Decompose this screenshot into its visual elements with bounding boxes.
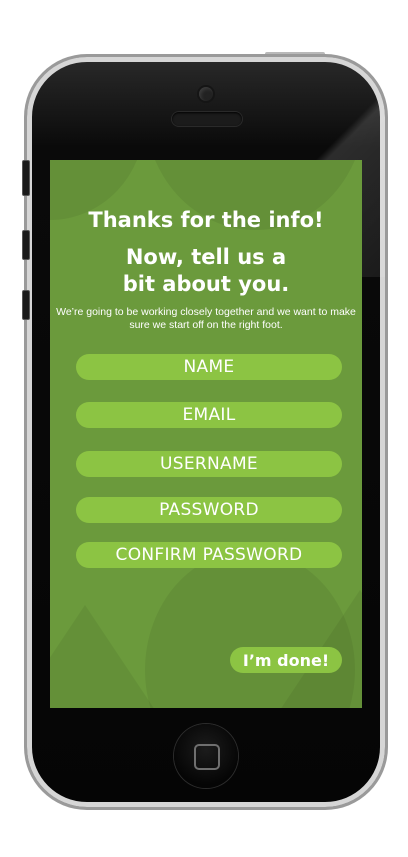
- confirm-password-field[interactable]: [76, 542, 342, 568]
- username-field[interactable]: [76, 451, 342, 477]
- page-title: Thanks for the info!: [88, 208, 324, 232]
- name-field[interactable]: [76, 354, 342, 380]
- app-screen: Thanks for the info! Now, tell us a bit …: [50, 160, 362, 708]
- volume-up-button[interactable]: [22, 230, 30, 260]
- done-button[interactable]: I’m done!: [230, 647, 342, 673]
- page-subtitle: Now, tell us a bit about you.: [122, 245, 290, 296]
- earpiece-speaker: [172, 112, 242, 126]
- mute-switch[interactable]: [22, 160, 30, 196]
- email-field[interactable]: [76, 402, 342, 428]
- background-shape: [50, 605, 165, 708]
- front-camera-icon: [199, 87, 213, 101]
- home-button[interactable]: [174, 724, 238, 788]
- volume-down-button[interactable]: [22, 290, 30, 320]
- password-field[interactable]: [76, 497, 342, 523]
- intro-text: We’re going to be working closely togeth…: [56, 306, 356, 331]
- home-square-icon: [194, 744, 220, 770]
